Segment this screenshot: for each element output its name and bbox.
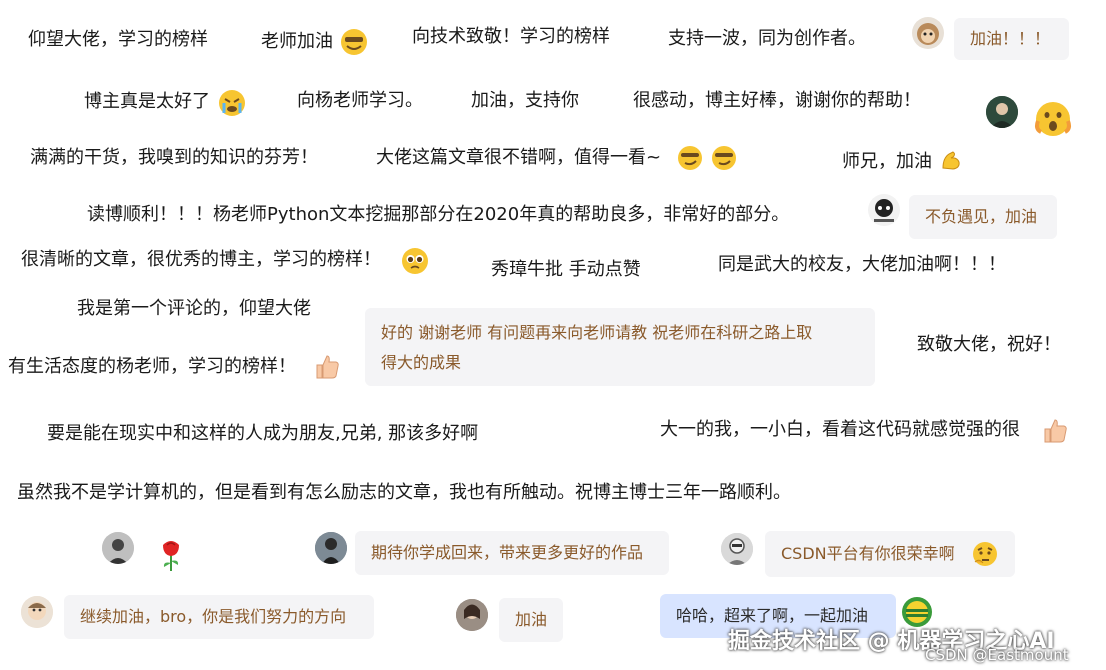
- thinking-emoji: [971, 540, 999, 568]
- user-avatar[interactable]: [986, 96, 1018, 128]
- user-avatar[interactable]: [456, 599, 488, 631]
- flexed-biceps-emoji: [938, 147, 964, 173]
- user-avatar[interactable]: [868, 194, 900, 226]
- comment-text: 大一的我，一小白，看着这代码就感觉强的很: [660, 419, 1020, 440]
- reply-bubble: CSDN平台有你很荣幸啊: [765, 531, 1015, 577]
- rose-emoji: [156, 536, 186, 574]
- comment-text: 仰望大佬，学习的榜样: [28, 29, 208, 50]
- comment-text: 博主真是太好了: [84, 91, 210, 112]
- comment-text: 要是能在现实中和这样的人成为朋友,兄弟, 那该多好啊: [47, 423, 479, 444]
- reply-bubble: 期待你学成回来，带来更多更好的作品: [355, 531, 669, 575]
- reply-bubble-line: 得大的成果: [381, 353, 462, 372]
- comment-text: 师兄，加油: [842, 151, 932, 172]
- monkey-avatar[interactable]: [912, 17, 944, 49]
- reply-bubble: 不负遇见，加油: [909, 195, 1057, 239]
- comment-text: 虽然我不是学计算机的，但是看到有怎么励志的文章，我也有所触动。祝博主博士三年一路…: [17, 482, 791, 503]
- user-avatar[interactable]: [721, 533, 753, 565]
- comment-text: 我是第一个评论的，仰望大佬: [77, 298, 311, 319]
- reply-bubble: 继续加油，bro，你是我们努力的方向: [64, 595, 374, 639]
- comment-text: 读博顺利！！！杨老师Python文本挖掘那部分在2020年真的帮助良多，非常好的…: [87, 204, 790, 225]
- comment-text: 很感动，博主好棒，谢谢你的帮助！: [633, 90, 921, 111]
- watermark-sub: CSDN @Eastmount: [925, 646, 1069, 664]
- user-avatar[interactable]: [102, 532, 134, 564]
- thumbs-up-emoji: [313, 352, 343, 382]
- crying-emoji: [215, 86, 249, 120]
- grin-emoji: [338, 26, 370, 58]
- comment-text: 支持一波，同为创作者。: [668, 28, 866, 49]
- fearful-emoji: [1032, 98, 1074, 140]
- thumbs-up-emoji: [1041, 416, 1071, 446]
- reply-bubble: 加油: [499, 598, 563, 642]
- smirk-emoji: [709, 143, 739, 173]
- comment-text: 加油，支持你: [471, 90, 579, 111]
- comment-text: 老师加油: [261, 31, 333, 52]
- reply-bubble-line: 好的 谢谢老师 有问题再来向老师请教 祝老师在科研之路上取: [381, 323, 813, 342]
- comment-text: 致敬大佬，祝好！: [917, 334, 1061, 355]
- comment-text: 很清晰的文章，很优秀的博主，学习的榜样！: [21, 249, 381, 270]
- reply-bubble: 好的 谢谢老师 有问题再来向老师请教 祝老师在科研之路上取 得大的成果: [365, 308, 875, 386]
- comment-text: 同是武大的校友，大佬加油啊！！！: [718, 254, 1006, 275]
- comment-text: 向杨老师学习。: [297, 90, 423, 111]
- comment-text: 大佬这篇文章很不错啊，值得一看~: [376, 147, 662, 168]
- pleading-emoji: [399, 245, 431, 277]
- smirk-emoji: [675, 143, 705, 173]
- user-avatar[interactable]: [21, 596, 53, 628]
- reply-bubble: 加油！！！: [954, 18, 1069, 60]
- comment-text: 向技术致敬！学习的榜样: [412, 26, 610, 47]
- comment-text: 秀璋牛批 手动点赞: [491, 259, 641, 280]
- comment-text: 有生活态度的杨老师，学习的榜样！: [8, 356, 296, 377]
- comment-text: 满满的干货，我嗅到的知识的芬芳！: [30, 147, 318, 168]
- user-avatar[interactable]: [315, 532, 347, 564]
- reply-bubble-text: CSDN平台有你很荣幸啊: [781, 544, 955, 563]
